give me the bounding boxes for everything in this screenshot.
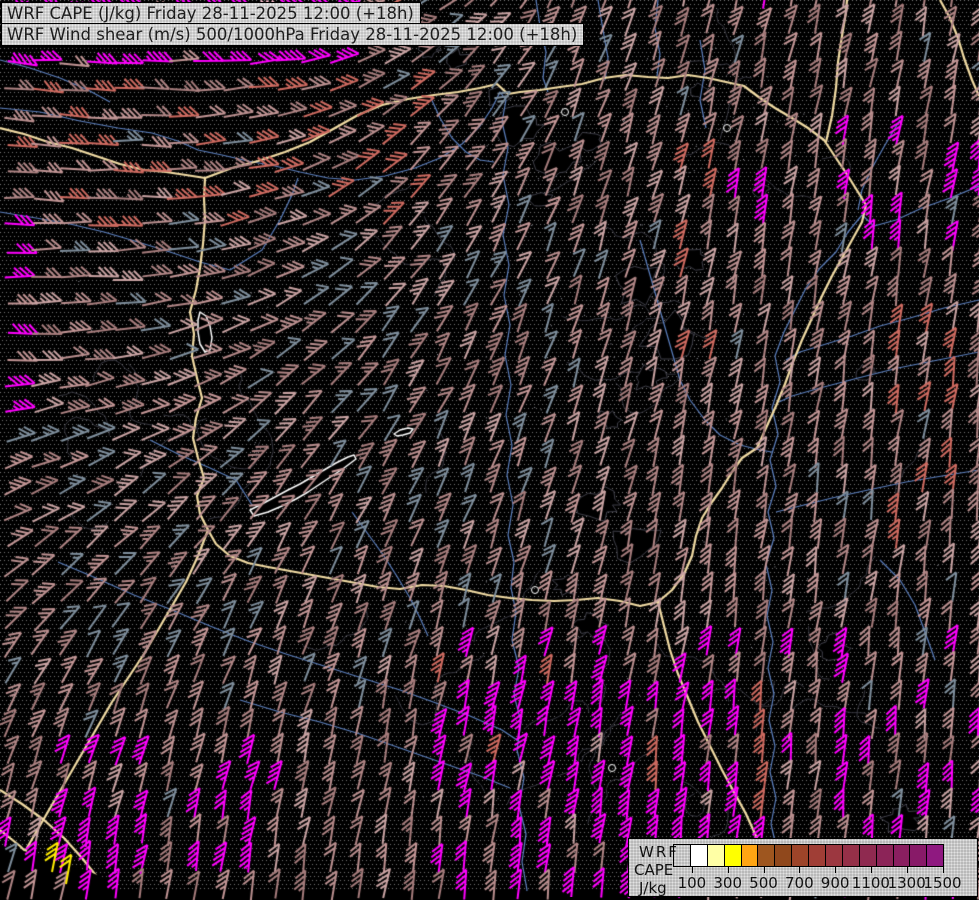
legend-cell — [858, 844, 877, 867]
legend-tick — [942, 867, 944, 873]
legend-tick — [835, 867, 837, 873]
title-cape: WRF CAPE (J/kg) Friday 28-11-2025 12:00 … — [1, 2, 421, 25]
legend-cell — [909, 844, 928, 867]
legend-cell — [706, 844, 725, 867]
weather-map-page: WRF CAPE (J/kg) Friday 28-11-2025 12:00 … — [0, 0, 979, 900]
legend-cell — [774, 844, 793, 867]
legend-tick-label: 300 — [713, 874, 743, 892]
legend-cell — [875, 844, 894, 867]
legend-cell — [757, 844, 776, 867]
legend-cell — [926, 844, 945, 867]
legend-label-unit: J/kg — [639, 879, 667, 897]
legend-cell — [740, 844, 759, 867]
legend-tick-label: 700 — [784, 874, 814, 892]
legend-colorbar — [673, 844, 945, 867]
weather-map-canvas — [0, 0, 979, 900]
legend-tick-label: 100 — [677, 874, 707, 892]
legend-cell — [673, 844, 691, 867]
title-wind-shear: WRF Wind shear (m/s) 500/1000hPa Friday … — [1, 23, 585, 46]
legend-tick-label: 500 — [749, 874, 778, 892]
legend-tick — [763, 867, 765, 873]
legend-cell — [825, 844, 843, 867]
legend-tick — [799, 867, 801, 873]
legend-cell — [841, 844, 860, 867]
legend-tick-label: 1500 — [923, 874, 962, 892]
legend-tick-label: 1100 — [851, 874, 890, 892]
legend-tick — [870, 867, 872, 873]
legend-tick-label: 1300 — [887, 874, 926, 892]
legend-label-cape: CAPE — [634, 861, 674, 879]
legend-cell — [791, 844, 810, 867]
legend-cell — [689, 844, 708, 867]
legend-panel: WRF CAPE J/kg 100 300 500 700 900 1100 1300 150… — [628, 838, 978, 897]
legend-tick-label: 900 — [820, 874, 850, 892]
legend-tick — [691, 867, 693, 873]
legend-tick — [906, 867, 908, 873]
legend-cell — [808, 844, 827, 867]
legend-tick — [727, 867, 729, 873]
legend-cell — [723, 844, 742, 867]
legend-cell — [892, 844, 911, 867]
